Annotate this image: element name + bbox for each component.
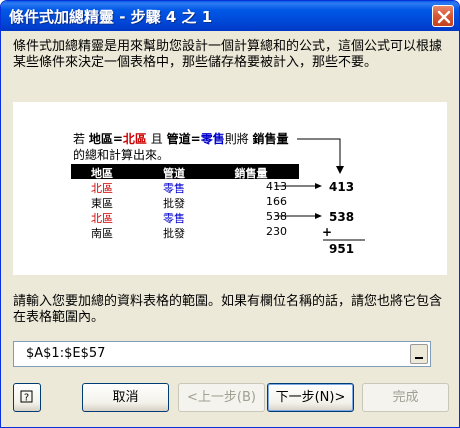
example-table: 地區 管道 銷售量 北區 零售 413 東區 批發 166 北區 零售 538 … [71,164,299,240]
next-button[interactable]: 下一步(N)> [267,383,354,412]
help-button[interactable]: ? [13,383,41,412]
arrow-condition [297,138,341,168]
arrowhead-condition [336,166,344,174]
table-cell-sales: 166 [266,195,287,208]
dialog-window: 條件式加總精靈 - 步驟 4 之 1 條件式加總精靈是用來幫助您設計一個計算總和… [0,0,460,428]
result-value-1: 413 [329,180,355,194]
example-panel: 若 地區=北區 且 管道=零售則將 銷售量 的總和計算出來。 地區 管道 銷售量… [13,102,447,275]
arrowhead-row1 [315,183,322,189]
help-icon: ? [20,390,33,404]
result-value-2: 538 [329,210,355,224]
table-cell-sales: 230 [266,225,287,238]
finish-button[interactable]: 完成 [362,383,449,412]
title-bar[interactable]: 條件式加總精靈 - 步驟 4 之 1 [1,1,459,31]
range-input[interactable] [26,346,406,361]
total-value: 951 [329,242,355,256]
plus-sign: + [322,225,333,239]
table-row: 東區 批發 166 [71,194,299,210]
table-cell-region: 南區 [91,227,113,240]
table-cell-sales: 538 [266,210,287,223]
window-title: 條件式加總精靈 - 步驟 4 之 1 [9,8,213,26]
arrowhead-row3 [315,213,322,219]
back-button[interactable]: <上一步(B) [178,383,265,412]
collapse-dialog-button[interactable] [410,344,428,364]
svg-text:?: ? [24,393,29,404]
table-row: 北區 零售 538 [71,209,299,225]
close-icon [437,10,451,24]
collapse-icon [415,357,423,359]
table-cell-channel: 批發 [163,227,185,240]
wizard-description: 條件式加總精靈是用來幫助您設計一個計算總和的公式，這個公式可以根據某些條件來決定… [13,39,443,70]
range-prompt: 請輸入您要加總的資料表格的範圍。如果有欄位名稱的話，請您也將它包含在表格範圍內。 [13,294,443,325]
table-row: 南區 批發 230 [71,224,299,240]
table-header-row: 地區 管道 銷售量 [71,164,299,180]
range-field[interactable] [13,341,431,367]
close-button[interactable] [432,5,454,27]
table-cell-sales: 413 [266,180,287,193]
cancel-button[interactable]: 取消 [82,383,169,412]
table-row: 北區 零售 413 [71,179,299,195]
